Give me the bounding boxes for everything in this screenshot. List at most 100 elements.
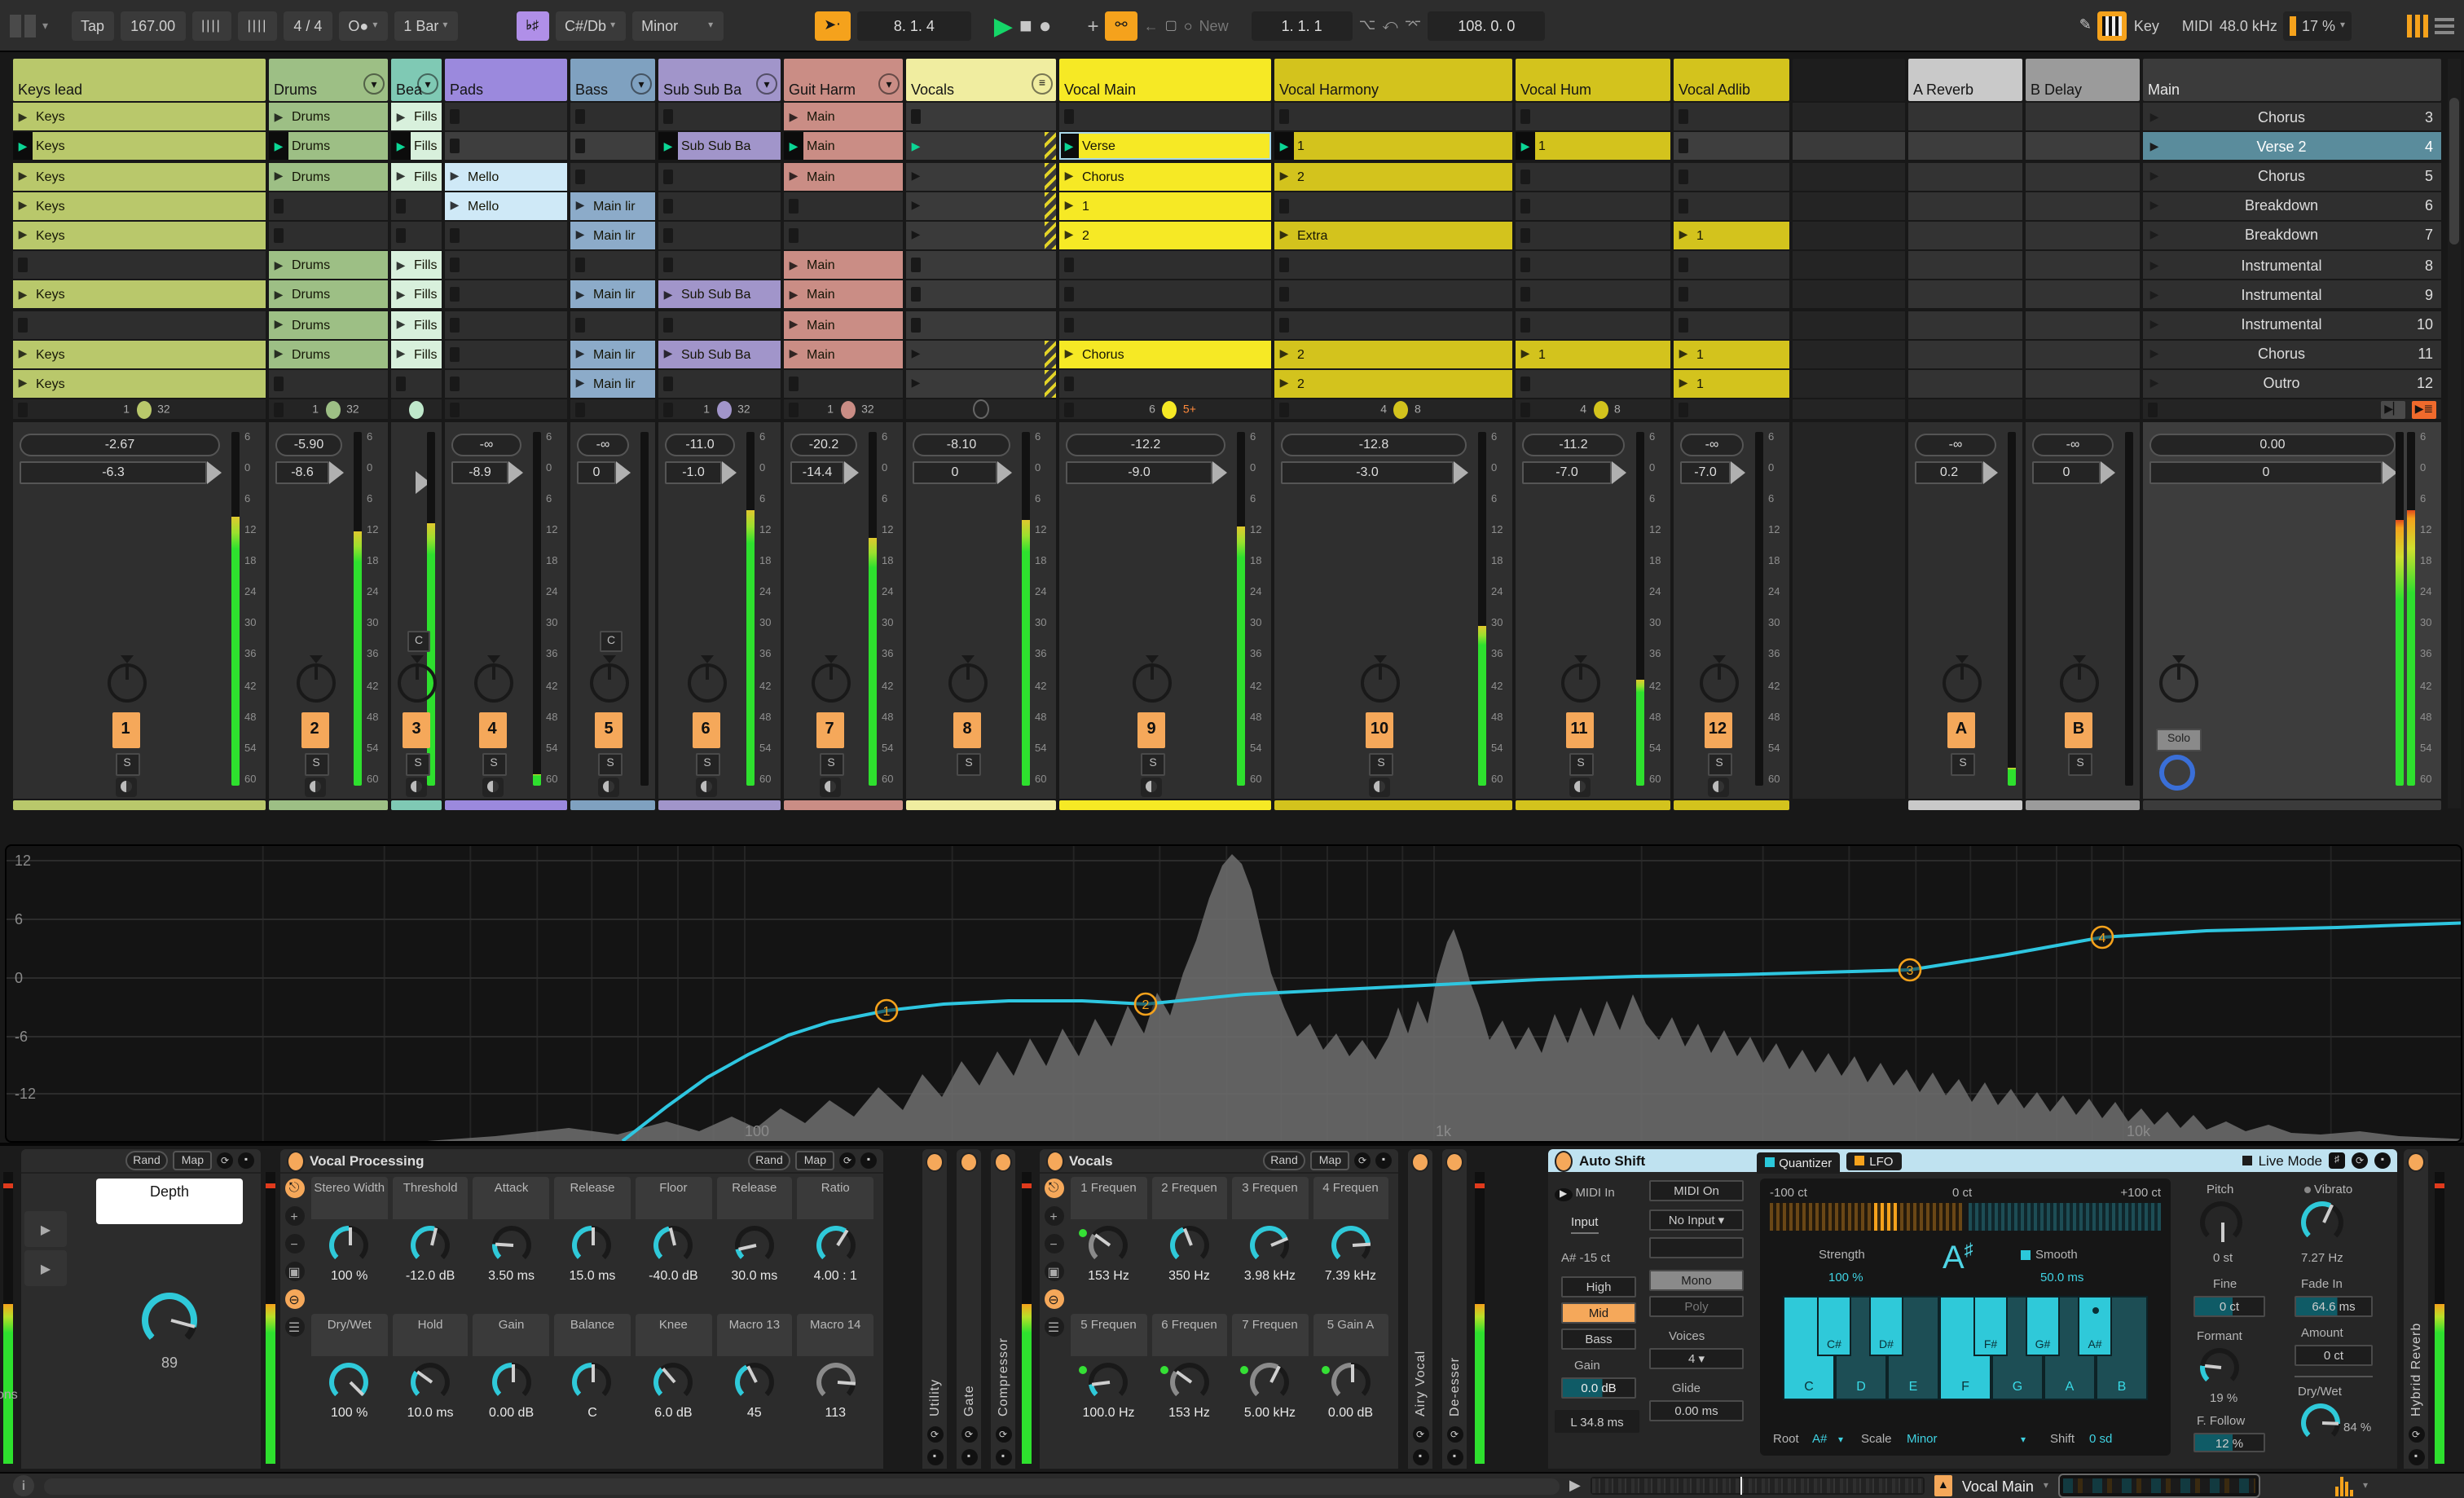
hot-swap-icon[interactable]: ⟳ <box>1354 1152 1371 1169</box>
empty-clip-slot[interactable] <box>269 192 388 220</box>
scene-launch-button[interactable]: ▶ <box>2143 200 2166 213</box>
empty-clip-slot[interactable] <box>1516 221 1670 249</box>
macro-knob-release[interactable]: Release 30.0 ms <box>716 1177 793 1283</box>
voices-menu[interactable]: 4 ▾ <box>1649 1348 1744 1369</box>
pan-knob[interactable] <box>398 663 437 703</box>
macro-knob-macro-13[interactable]: Macro 13 45 <box>716 1314 793 1420</box>
empty-clip-slot[interactable] <box>1059 280 1271 309</box>
monitor-button[interactable] <box>482 777 503 797</box>
clip-slot[interactable]: ▶ Keys <box>13 221 266 249</box>
clip-slot[interactable]: ▶ 2 <box>1059 221 1271 249</box>
rand-button[interactable]: Rand <box>125 1151 169 1170</box>
monitor-button[interactable] <box>115 777 136 797</box>
track-header[interactable]: Sub Sub Ba ▾ <box>658 59 781 101</box>
macro-knob-3-frequen[interactable]: 3 Frequen 3.98 kHz <box>1232 1177 1308 1283</box>
status-input[interactable] <box>44 1478 1560 1494</box>
clip-launch-button[interactable]: ▶ <box>1059 347 1079 360</box>
track-header[interactable]: Vocals ≡ <box>906 59 1056 101</box>
volume-field[interactable]: -3.0 <box>1281 460 1454 484</box>
clip-slot[interactable]: ▶ Main lir <box>570 192 655 220</box>
clip-launch-button[interactable]: ▶ <box>784 170 803 183</box>
track-status-row[interactable] <box>445 399 567 420</box>
clip-launch-button[interactable]: ▶ <box>391 289 411 302</box>
track-header[interactable]: Vocal Harmony <box>1274 59 1512 101</box>
root-chevron-icon[interactable]: ▾ <box>1838 1434 1843 1446</box>
hot-swap-icon[interactable]: ⟳ <box>1446 1426 1463 1443</box>
solo-button[interactable]: S <box>115 752 139 776</box>
clip-slot[interactable]: ▶ Main <box>784 311 903 338</box>
track-status-row[interactable] <box>1674 399 1789 420</box>
add-icon[interactable]: + <box>284 1206 304 1226</box>
track-header[interactable]: Pads <box>445 59 567 101</box>
solo-button[interactable]: S <box>819 752 843 776</box>
pan-knob[interactable] <box>948 663 988 703</box>
track-activator-button[interactable]: 12 <box>1704 712 1731 748</box>
solo-button[interactable]: S <box>1569 752 1593 776</box>
scene-launch-button[interactable]: ▶ <box>2143 229 2166 242</box>
macro-knob-1-frequen[interactable]: 1 Frequen 153 Hz <box>1071 1177 1146 1283</box>
clip-slot[interactable]: ▶ 1 <box>1274 132 1512 161</box>
solo-button[interactable]: S <box>1369 752 1393 776</box>
clip-launch-button[interactable]: ▶ <box>1274 170 1294 183</box>
empty-clip-slot[interactable] <box>391 192 442 220</box>
clip-launch-button[interactable]: ▶ <box>784 110 803 123</box>
track-activator-button[interactable]: B <box>2065 712 2092 748</box>
empty-clip-slot[interactable] <box>1274 280 1512 309</box>
time-signature-field[interactable]: 4 / 4 <box>284 11 332 40</box>
clip-slot[interactable]: ▶ Sub Sub Ba <box>658 340 781 368</box>
midi-on-button[interactable]: MIDI On <box>1649 1180 1744 1201</box>
clip-slot[interactable]: ▶ Sub Sub Ba <box>658 280 781 309</box>
empty-clip-slot[interactable] <box>445 221 567 249</box>
key-Gs[interactable]: G# <box>2026 1296 2060 1356</box>
clip-launch-button[interactable]: ▶ <box>445 170 464 183</box>
clip-launch-button[interactable]: ▶ <box>1274 377 1294 390</box>
clip-launch-button[interactable]: ▶ <box>391 347 411 360</box>
auto-shift-device[interactable]: Auto Shift Quantizer LFO Live Mode ♯ ⟳ ▪… <box>1548 1149 2397 1469</box>
punch-out-icon[interactable]: ⌤ <box>1405 16 1422 34</box>
save-preset-icon[interactable]: ▪ <box>1375 1152 1392 1169</box>
empty-clip-slot[interactable] <box>1674 162 1789 191</box>
volume-field[interactable]: 0.2 <box>1915 460 1983 484</box>
volume-field[interactable]: -6.3 <box>20 460 207 484</box>
cue-volume-knob[interactable] <box>2159 754 2195 791</box>
nudge-control[interactable]: O● ▾ <box>338 11 388 40</box>
clip-launch-button[interactable]: ▶ <box>784 132 803 161</box>
empty-clip-slot[interactable] <box>1516 280 1670 309</box>
empty-clip-slot[interactable] <box>658 221 781 249</box>
track-activator-button[interactable]: 11 <box>1565 712 1593 748</box>
clip-slot[interactable]: ▶ Main <box>784 340 903 368</box>
freeze-chevron-icon[interactable]: ▾ <box>756 73 777 95</box>
clip-launch-button[interactable]: ▶ <box>269 258 288 271</box>
clip-launch-button[interactable]: ▶ <box>658 132 678 161</box>
scene-launch-button[interactable]: ▶ <box>2143 140 2166 153</box>
empty-clip-slot[interactable] <box>13 311 266 338</box>
clip-launch-button[interactable]: ▶ <box>13 377 33 390</box>
key-Cs[interactable]: C# <box>1817 1296 1851 1356</box>
clip-launch-button[interactable]: ▶ <box>13 200 33 213</box>
track-activator-button[interactable]: 5 <box>595 712 623 748</box>
track-header[interactable]: Bea ▾ <box>391 59 442 101</box>
empty-clip-slot[interactable] <box>1674 311 1789 338</box>
output-meter-icon[interactable] <box>2334 1476 2353 1496</box>
formant-knob[interactable] <box>2200 1348 2239 1387</box>
clip-launch-button[interactable]: ▶ <box>1274 229 1294 242</box>
band-bass-button[interactable]: Bass <box>1561 1328 1636 1350</box>
solo-button[interactable]: S <box>1951 752 1975 776</box>
root-value[interactable]: A# <box>1812 1431 1827 1446</box>
clip-slot[interactable]: ▶ Main <box>784 280 903 309</box>
smooth-checkbox[interactable] <box>2021 1249 2031 1259</box>
clip-launch-button[interactable]: ▶ <box>13 229 33 242</box>
solo-button[interactable]: S <box>695 752 719 776</box>
macro-knob-hold[interactable]: Hold 10.0 ms <box>392 1314 469 1420</box>
empty-clip-slot[interactable] <box>445 280 567 309</box>
track-activator-button[interactable]: 9 <box>1137 712 1165 748</box>
minus-icon[interactable]: − <box>284 1234 304 1253</box>
key-Ds[interactable]: D# <box>1869 1296 1903 1356</box>
scene-row[interactable]: ▶ Chorus 3 <box>2143 103 2441 131</box>
hot-swap-icon[interactable]: ⟳ <box>995 1426 1011 1443</box>
clip-slot[interactable]: ▶ Extra <box>1274 221 1512 249</box>
track-header[interactable]: Vocal Hum <box>1516 59 1670 101</box>
track-status-row[interactable]: 1 32 <box>658 399 781 420</box>
solo-button[interactable]: S <box>304 752 328 776</box>
clip-slot[interactable]: ▶ Keys <box>13 192 266 220</box>
